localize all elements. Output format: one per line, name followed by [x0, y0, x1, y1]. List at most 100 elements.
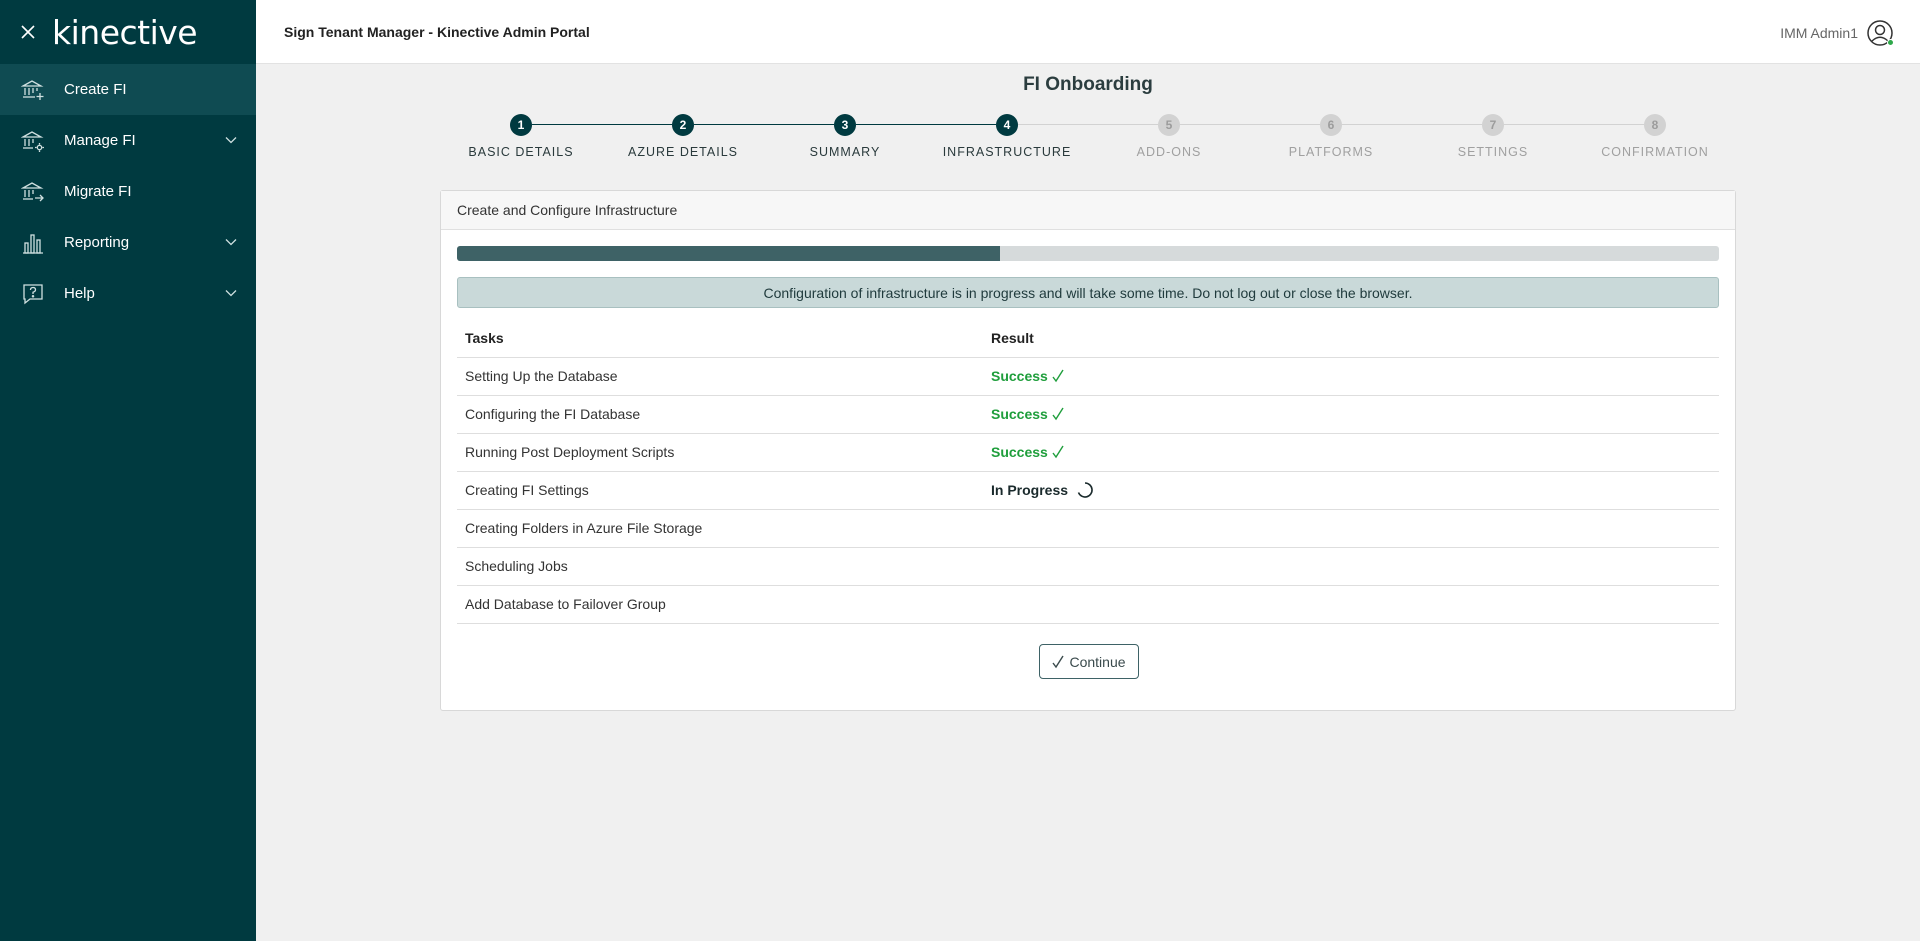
sidebar-nav: Create FI Manage FI Migrate FI Reporting	[0, 64, 256, 319]
progress-bar	[457, 246, 1719, 261]
help-bubble-icon	[20, 281, 46, 307]
task-result	[983, 509, 1719, 548]
status-text: Success	[991, 444, 1048, 460]
task-name: Configuring the FI Database	[457, 395, 983, 434]
check-icon	[1052, 369, 1064, 383]
sidebar-item-reporting[interactable]: Reporting	[0, 217, 256, 268]
task-result: In Progress	[983, 471, 1719, 510]
sidebar-header: kinective	[0, 0, 256, 64]
step-platforms: 6 PLATFORMS	[1250, 114, 1412, 159]
column-header-result: Result	[983, 320, 1719, 358]
status-success: Success	[991, 368, 1064, 384]
task-name: Setting Up the Database	[457, 357, 983, 396]
bar-chart-icon	[20, 230, 46, 256]
card-body: Configuration of infrastructure is in pr…	[457, 246, 1719, 624]
user-name: IMM Admin1	[1780, 25, 1858, 41]
table-row: Running Post Deployment Scripts Success	[457, 433, 1719, 472]
table-row: Add Database to Failover Group	[457, 585, 1719, 624]
step-azure-details: 2 AZURE DETAILS	[602, 114, 764, 159]
step-summary: 3 SUMMARY	[764, 114, 926, 159]
chevron-down-icon[interactable]	[224, 286, 238, 300]
step-label: CONFIRMATION	[1601, 145, 1709, 159]
sidebar-item-migrate-fi[interactable]: Migrate FI	[0, 166, 256, 217]
table-row: Scheduling Jobs	[457, 547, 1719, 586]
task-result	[983, 547, 1719, 586]
user-menu[interactable]: IMM Admin1	[1780, 19, 1894, 47]
onboarding-stepper: 1 BASIC DETAILS 2 AZURE DETAILS 3 SUMMARY 4 INF…	[440, 114, 1736, 174]
sidebar-item-manage-fi[interactable]: Manage FI	[0, 115, 256, 166]
top-header: Sign Tenant Manager - Kinective Admin Po…	[256, 0, 1920, 64]
step-number: 1	[510, 114, 532, 136]
kinective-logo: kinective	[52, 12, 198, 52]
step-label: AZURE DETAILS	[627, 145, 738, 159]
status-text: Success	[991, 406, 1048, 422]
status-in-progress: In Progress	[991, 481, 1094, 499]
avatar-icon[interactable]	[1866, 19, 1894, 47]
chevron-down-icon[interactable]	[224, 133, 238, 147]
task-name: Add Database to Failover Group	[457, 585, 983, 624]
bank-settings-icon	[20, 128, 46, 154]
step-number: 8	[1644, 114, 1666, 136]
tasks-table: Tasks Result Setting Up the Database Succ…	[457, 320, 1719, 624]
continue-button-label: Continue	[1069, 653, 1126, 670]
step-label: SUMMARY	[809, 145, 881, 159]
close-icon[interactable]	[18, 22, 38, 42]
sidebar-item-create-fi[interactable]: Create FI	[0, 64, 256, 115]
sidebar-item-label: Create FI	[64, 81, 127, 98]
task-name: Running Post Deployment Scripts	[457, 433, 983, 472]
step-label: INFRASTRUCTURE	[942, 145, 1072, 159]
step-label: PLATFORMS	[1288, 145, 1374, 159]
sidebar: kinective Create FI Manage FI Migrate FI	[0, 0, 256, 941]
status-text: Success	[991, 368, 1048, 384]
card-title: Create and Configure Infrastructure	[441, 191, 1735, 230]
progress-bar-fill	[457, 246, 1000, 261]
table-row: Configuring the FI Database Success	[457, 395, 1719, 434]
step-basic-details: 1 BASIC DETAILS	[440, 114, 602, 159]
step-label: SETTINGS	[1457, 145, 1529, 159]
check-icon	[1052, 655, 1065, 668]
check-icon	[1052, 407, 1064, 421]
task-name: Creating Folders in Azure File Storage	[457, 509, 983, 548]
status-success: Success	[991, 444, 1064, 460]
table-row: Setting Up the Database Success	[457, 357, 1719, 396]
continue-button[interactable]: Continue	[1039, 644, 1139, 679]
step-label: BASIC DETAILS	[468, 145, 574, 159]
table-header-row: Tasks Result	[457, 320, 1719, 358]
sidebar-item-label: Reporting	[64, 234, 130, 251]
sidebar-item-label: Help	[64, 285, 95, 302]
infrastructure-card: Create and Configure Infrastructure Conf…	[440, 190, 1736, 711]
main-content: FI Onboarding 1 BASIC DETAILS 2 AZURE DETAI…	[256, 64, 1920, 941]
step-infrastructure: 4 INFRASTRUCTURE	[926, 114, 1088, 159]
chevron-down-icon[interactable]	[224, 235, 238, 249]
step-label: ADD-ONS	[1136, 145, 1202, 159]
step-number: 3	[834, 114, 856, 136]
task-name: Creating FI Settings	[457, 471, 983, 510]
step-confirmation: 8 CONFIRMATION	[1574, 114, 1736, 159]
step-add-ons: 5 ADD-ONS	[1088, 114, 1250, 159]
step-number: 5	[1158, 114, 1180, 136]
sidebar-item-help[interactable]: Help	[0, 268, 256, 319]
info-alert: Configuration of infrastructure is in pr…	[457, 277, 1719, 308]
bank-add-icon	[20, 77, 46, 103]
task-result: Success	[983, 357, 1719, 396]
sidebar-item-label: Manage FI	[64, 132, 136, 149]
check-icon	[1052, 445, 1064, 459]
app-title: Sign Tenant Manager - Kinective Admin Po…	[284, 23, 590, 40]
status-text: In Progress	[991, 482, 1069, 498]
column-header-tasks: Tasks	[457, 320, 983, 358]
step-number: 2	[672, 114, 694, 136]
step-number: 4	[996, 114, 1018, 136]
step-settings: 7 SETTINGS	[1412, 114, 1574, 159]
spinner-icon	[1077, 482, 1093, 498]
task-result	[983, 585, 1719, 624]
step-number: 6	[1320, 114, 1342, 136]
table-row: Creating FI Settings In Progress	[457, 471, 1719, 510]
online-status-dot	[1887, 39, 1894, 46]
table-row: Creating Folders in Azure File Storage	[457, 509, 1719, 548]
task-name: Scheduling Jobs	[457, 547, 983, 586]
page-title: FI Onboarding	[1023, 74, 1153, 95]
status-success: Success	[991, 406, 1064, 422]
task-result: Success	[983, 395, 1719, 434]
sidebar-item-label: Migrate FI	[64, 183, 132, 200]
bank-migrate-icon	[20, 179, 46, 205]
